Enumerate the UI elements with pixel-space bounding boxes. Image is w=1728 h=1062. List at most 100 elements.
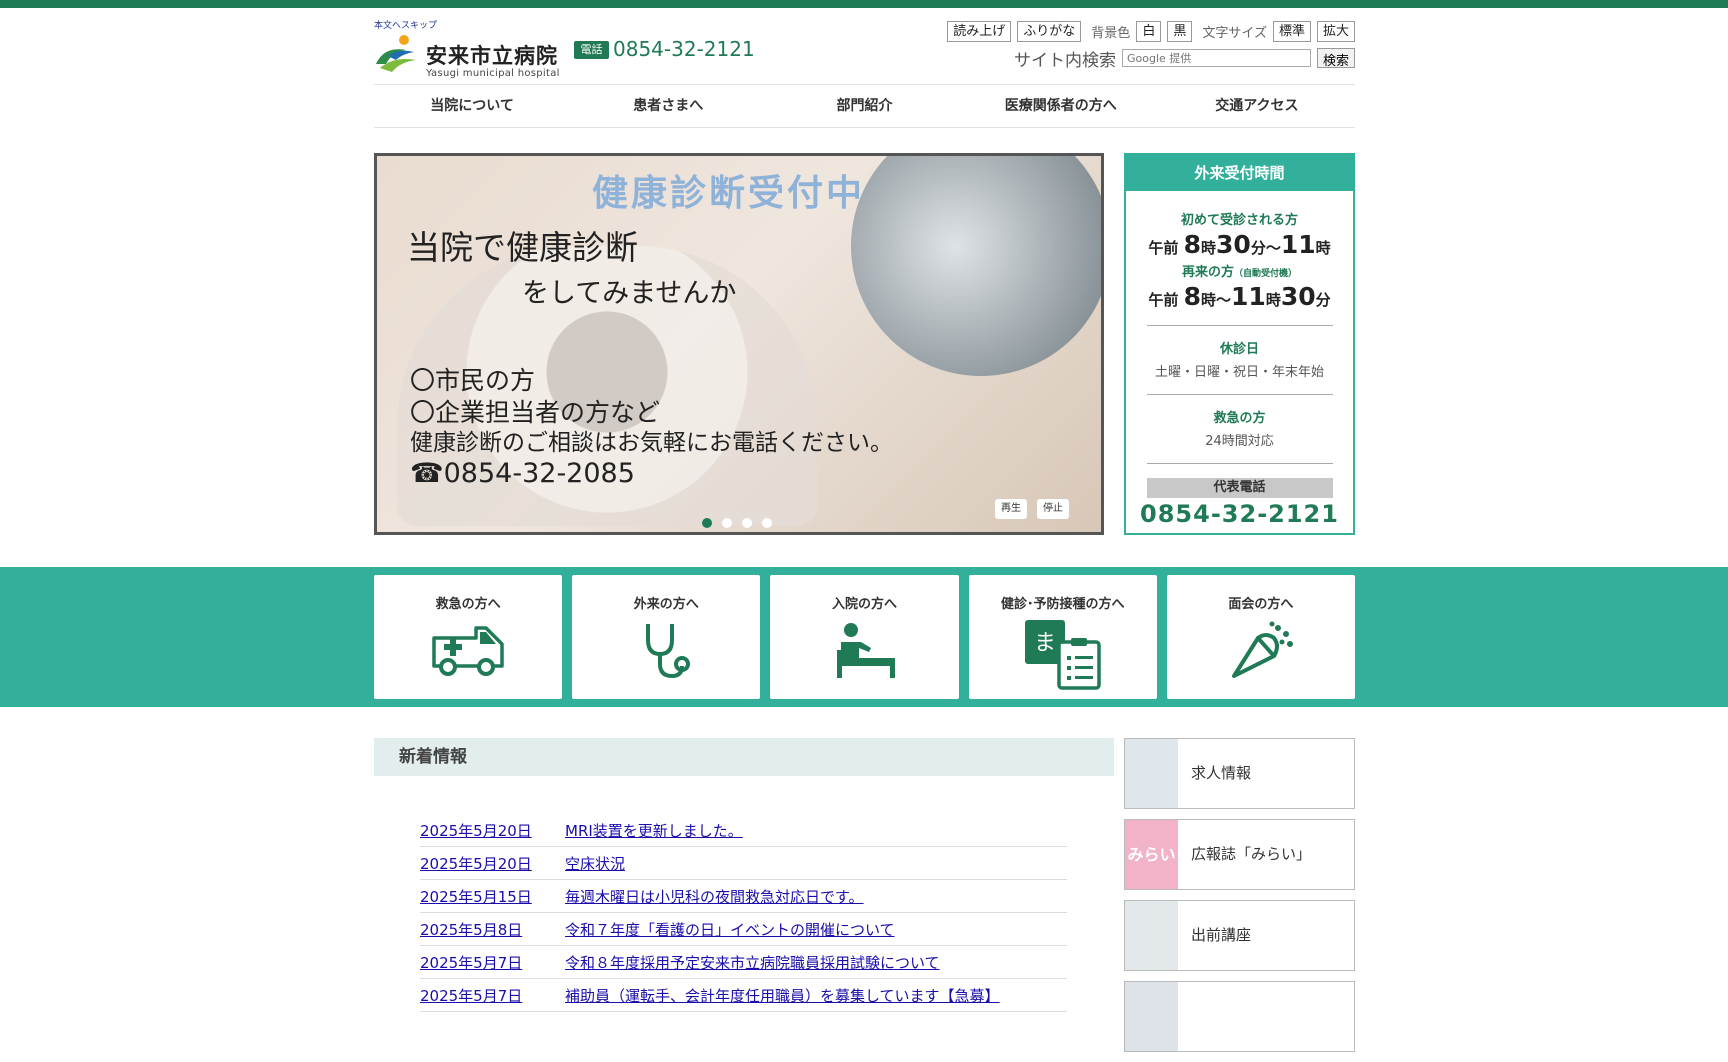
news-date-link[interactable]: 2025年5月7日 <box>420 985 565 1006</box>
read-aloud-button[interactable]: 読み上げ <box>947 20 1012 42</box>
news-row: 2025年5月20日 空床状況 <box>420 847 1067 880</box>
first-visit-time: 午前 8時30分〜11時 <box>1148 230 1331 259</box>
global-nav: 当院について 患者さまへ 部門紹介 医療関係者の方へ 交通アクセス <box>374 84 1355 128</box>
closed-days-label: 休診日 <box>1219 342 1259 357</box>
card-label: 外来の方へ <box>633 597 699 612</box>
news-title-link[interactable]: 補助員（運転手、会計年度任用職員）を募集しています【急募】 <box>565 985 1000 1006</box>
return-visit-time: 午前 8時〜11時30分 <box>1148 282 1331 311</box>
stethoscope-icon <box>646 624 691 679</box>
visitor-card[interactable]: 面会の方へ <box>1166 575 1356 699</box>
inpatient-card[interactable]: 入院の方へ <box>770 575 959 699</box>
banner-thumbnail <box>1125 982 1178 1051</box>
search-label: サイト内検索 <box>1013 50 1116 71</box>
hospital-bed-icon <box>836 623 895 678</box>
slide-text-line: 当院で健康診断 <box>407 228 638 267</box>
slider-play-button[interactable]: 再生 <box>995 499 1027 519</box>
divider <box>1146 394 1333 395</box>
party-popper-icon <box>1231 621 1293 678</box>
hero-slider[interactable]: 健康診断受付中 当院で健康診断 をしてみませんか 〇市民の方 〇企業担当者の方な… <box>374 153 1104 535</box>
font-size-label: 文字サイズ <box>1202 25 1267 41</box>
news-date-link[interactable]: 2025年5月8日 <box>420 919 565 940</box>
nav-item-about[interactable]: 当院について <box>374 85 570 127</box>
search-button[interactable]: 検索 <box>1316 48 1355 69</box>
slider-stop-button[interactable]: 停止 <box>1037 499 1069 519</box>
news-title-link[interactable]: MRI装置を更新しました。 <box>565 820 743 841</box>
ambulance-icon <box>432 626 504 676</box>
bg-black-button[interactable]: 黒 <box>1167 20 1193 42</box>
emergency-card[interactable]: 救急の方へ <box>374 575 563 699</box>
accessibility-toolbar: 読み上げ ふりがな 背景色 白 黒 文字サイズ 標準 拡大 <box>947 20 1355 42</box>
font-standard-button[interactable]: 標準 <box>1272 20 1311 42</box>
news-list: 2025年5月20日 MRI装置を更新しました。 2025年5月20日 空床状況 202… <box>420 814 1067 1012</box>
outpatient-hours-box: 外来受付時間 初めて受診される方 午前 8時30分〜11時 再来の方（自動受付機… <box>1124 153 1355 535</box>
hospital-name-english: Yasugi municipal hospital <box>426 68 560 79</box>
emergency-label: 救急の方 <box>1213 411 1266 426</box>
slider-pagination <box>702 518 772 528</box>
nav-item-patients[interactable]: 患者さまへ <box>570 85 766 127</box>
outpatient-card[interactable]: 外来の方へ <box>572 575 761 699</box>
header-tel-number: 0854-32-2121 <box>613 37 755 61</box>
nav-item-access[interactable]: 交通アクセス <box>1159 85 1355 127</box>
first-visit-label: 初めて受診される方 <box>1180 213 1298 228</box>
hours-title: 外来受付時間 <box>1126 155 1353 191</box>
card-label: 救急の方へ <box>435 597 501 612</box>
news-title-link[interactable]: 令和８年度採用予定安来市立病院職員採用試験について <box>565 952 940 973</box>
news-date-link[interactable]: 2025年5月20日 <box>420 853 565 874</box>
banner-label: 広報誌「みらい」 <box>1191 845 1312 863</box>
slide-text-line: 〇市民の方 <box>410 366 536 395</box>
return-visit-label: 再来の方（自動受付機） <box>1181 265 1298 280</box>
divider <box>1146 463 1333 464</box>
news-section-title: 新着情報 <box>374 738 1114 776</box>
side-banner[interactable]: 出前講座 <box>1124 900 1355 971</box>
news-date-link[interactable]: 2025年5月15日 <box>420 886 565 907</box>
main-tel-number: 0854-32-2121 <box>1140 500 1339 528</box>
slider-dot[interactable] <box>742 518 752 528</box>
news-date-link[interactable]: 2025年5月7日 <box>420 952 565 973</box>
nav-item-medical-professionals[interactable]: 医療関係者の方へ <box>963 85 1159 127</box>
side-banner[interactable]: みらい 広報誌「みらい」 <box>1124 819 1355 890</box>
banner-label: 求人情報 <box>1191 764 1252 782</box>
hospital-logo[interactable]: 安来市立病院 Yasugi municipal hospital <box>374 30 564 86</box>
slide-text-line: 健康診断のご相談はお気軽にお電話ください。 <box>410 430 893 456</box>
nav-item-departments[interactable]: 部門紹介 <box>766 85 962 127</box>
hospital-logo-icon <box>376 35 416 72</box>
site-header: 本文へスキップ 安来市立病院 Yasugi municipal hospital… <box>374 8 1355 85</box>
side-banner[interactable]: 求人情報 <box>1124 738 1355 809</box>
furigana-button[interactable]: ふりがな <box>1017 20 1082 42</box>
site-search: サイト内検索 検索 <box>1013 46 1355 71</box>
news-title-link[interactable]: 毎週木曜日は小児科の夜間救急対応日です。 <box>565 886 864 907</box>
banner-thumbnail <box>1125 901 1178 970</box>
font-large-button[interactable]: 拡大 <box>1316 20 1355 42</box>
slide-headline: 健康診断受付中 <box>592 173 866 214</box>
quick-links-band: 救急の方へ 外来の方へ 入院の方へ 健診･予防接種の方へ ま 面会の方へ <box>0 567 1728 707</box>
hospital-name: 安来市立病院 <box>426 44 558 68</box>
side-banner[interactable] <box>1124 981 1355 1052</box>
checkup-vaccination-card[interactable]: 健診･予防接種の方へ ま <box>968 575 1157 699</box>
slider-dot[interactable] <box>762 518 772 528</box>
bg-white-button[interactable]: 白 <box>1136 20 1162 42</box>
tel-badge: 電話 <box>574 41 609 59</box>
checkup-clipboard-icon: ま <box>1024 620 1101 690</box>
svg-text:ま: ま <box>1034 631 1056 656</box>
card-label: 健診･予防接種の方へ <box>1000 597 1125 612</box>
news-row: 2025年5月15日 毎週木曜日は小児科の夜間救急対応日です。 <box>420 880 1067 913</box>
news-row: 2025年5月20日 MRI装置を更新しました。 <box>420 814 1067 847</box>
quick-links: 救急の方へ 外来の方へ 入院の方へ 健診･予防接種の方へ ま 面会の方へ <box>374 575 1356 699</box>
divider <box>1146 325 1333 326</box>
slide-phone: ☎0854-32-2085 <box>410 458 635 489</box>
news-row: 2025年5月8日 令和７年度「看護の日」イベントの開催について <box>420 913 1067 946</box>
banner-label: 出前講座 <box>1191 926 1252 944</box>
banner-thumbnail: みらい <box>1125 820 1178 889</box>
slider-dot[interactable] <box>722 518 732 528</box>
emergency-text: 24時間対応 <box>1205 434 1274 449</box>
staff-photo <box>851 156 1101 376</box>
search-input[interactable] <box>1121 49 1311 67</box>
news-title-link[interactable]: 令和７年度「看護の日」イベントの開催について <box>565 919 895 940</box>
news-date-link[interactable]: 2025年5月20日 <box>420 820 565 841</box>
news-row: 2025年5月7日 補助員（運転手、会計年度任用職員）を募集しています【急募】 <box>420 979 1067 1012</box>
news-row: 2025年5月7日 令和８年度採用予定安来市立病院職員採用試験について <box>420 946 1067 979</box>
card-label: 面会の方へ <box>1228 597 1294 612</box>
side-banners: 求人情報 みらい 広報誌「みらい」 出前講座 <box>1124 738 1355 1062</box>
news-title-link[interactable]: 空床状況 <box>565 853 625 874</box>
slider-dot[interactable] <box>702 518 712 528</box>
